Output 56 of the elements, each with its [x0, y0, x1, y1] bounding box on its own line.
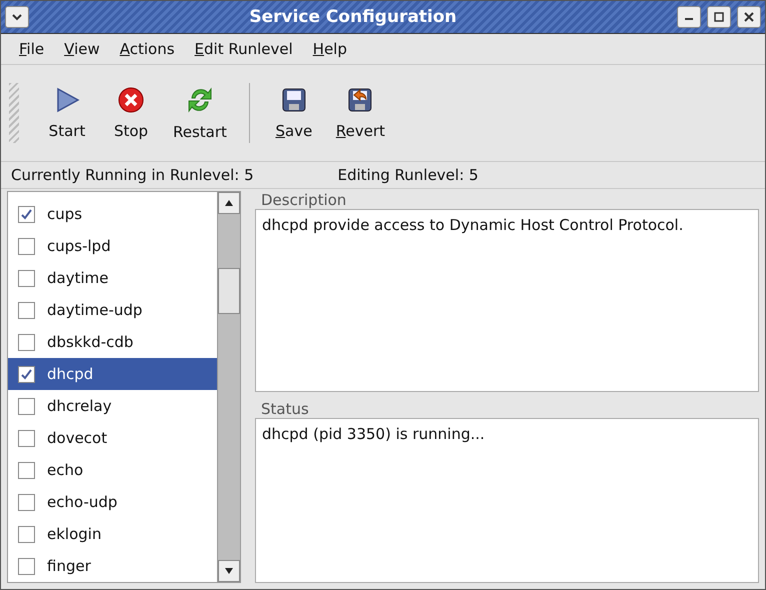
start-button[interactable]: Start [37, 69, 97, 157]
service-row[interactable]: daytime [8, 262, 217, 294]
service-row[interactable]: daytime-udp [8, 294, 217, 326]
chevron-icon [12, 13, 22, 21]
checkbox[interactable] [18, 462, 35, 478]
service-row[interactable]: echo [8, 454, 217, 486]
checkbox[interactable] [18, 334, 35, 350]
menu-item[interactable]: Help [304, 37, 355, 61]
minimize-button[interactable] [677, 6, 701, 28]
down-arrow-icon [225, 568, 233, 574]
stop-icon [117, 86, 145, 114]
scrollbar[interactable] [217, 192, 240, 582]
maximize-icon [714, 12, 724, 22]
service-row[interactable]: finger [8, 550, 217, 582]
description-heading: Description [260, 191, 348, 209]
description-text: dhcpd provide access to Dynamic Host Control Protocol. [255, 209, 759, 392]
checkbox[interactable] [18, 366, 35, 382]
editing-runlevel-label: Editing Runlevel: 5 [338, 166, 478, 184]
revert-button[interactable]: Revert [328, 69, 394, 157]
menu-item[interactable]: View [56, 37, 108, 61]
save-button[interactable]: Save [264, 69, 324, 157]
checkbox[interactable] [18, 270, 35, 286]
checkbox[interactable] [18, 206, 35, 222]
service-row[interactable]: dovecot [8, 422, 217, 454]
toolbar-grip[interactable] [9, 83, 19, 143]
maximize-button[interactable] [707, 6, 731, 28]
service-row[interactable]: cups-lpd [8, 230, 217, 262]
service-row[interactable]: dhcrelay [8, 390, 217, 422]
menu-item[interactable]: File [11, 37, 52, 61]
service-row[interactable]: echo-udp [8, 486, 217, 518]
checkbox[interactable] [18, 494, 35, 510]
up-arrow-icon [225, 200, 233, 206]
restart-button[interactable]: Restart [165, 69, 235, 157]
checkbox[interactable] [18, 526, 35, 542]
checkbox[interactable] [18, 430, 35, 446]
close-button[interactable] [737, 6, 761, 28]
close-icon [744, 12, 754, 22]
checkbox[interactable] [18, 302, 35, 318]
menu-item[interactable]: Edit Runlevel [186, 37, 301, 61]
checkbox[interactable] [18, 398, 35, 414]
status-text: dhcpd (pid 3350) is running... [255, 418, 759, 583]
checkbox[interactable] [18, 238, 35, 254]
stop-button[interactable]: Stop [101, 69, 161, 157]
service-row[interactable]: dbskkd-cdb [8, 326, 217, 358]
window-menu-button[interactable] [5, 6, 29, 28]
window-title: Service Configuration [248, 7, 458, 27]
status-heading: Status [260, 400, 310, 418]
floppy-undo-icon [346, 86, 374, 114]
service-row[interactable]: eklogin [8, 518, 217, 550]
menu-item[interactable]: Actions [112, 37, 183, 61]
service-row[interactable]: dhcpd [8, 358, 217, 390]
checkbox[interactable] [18, 558, 35, 574]
running-runlevel-label: Currently Running in Runlevel: 5 [11, 166, 254, 184]
refresh-icon [186, 85, 214, 115]
service-row[interactable]: cups [8, 198, 217, 230]
scrollbar-thumb[interactable] [218, 268, 240, 314]
